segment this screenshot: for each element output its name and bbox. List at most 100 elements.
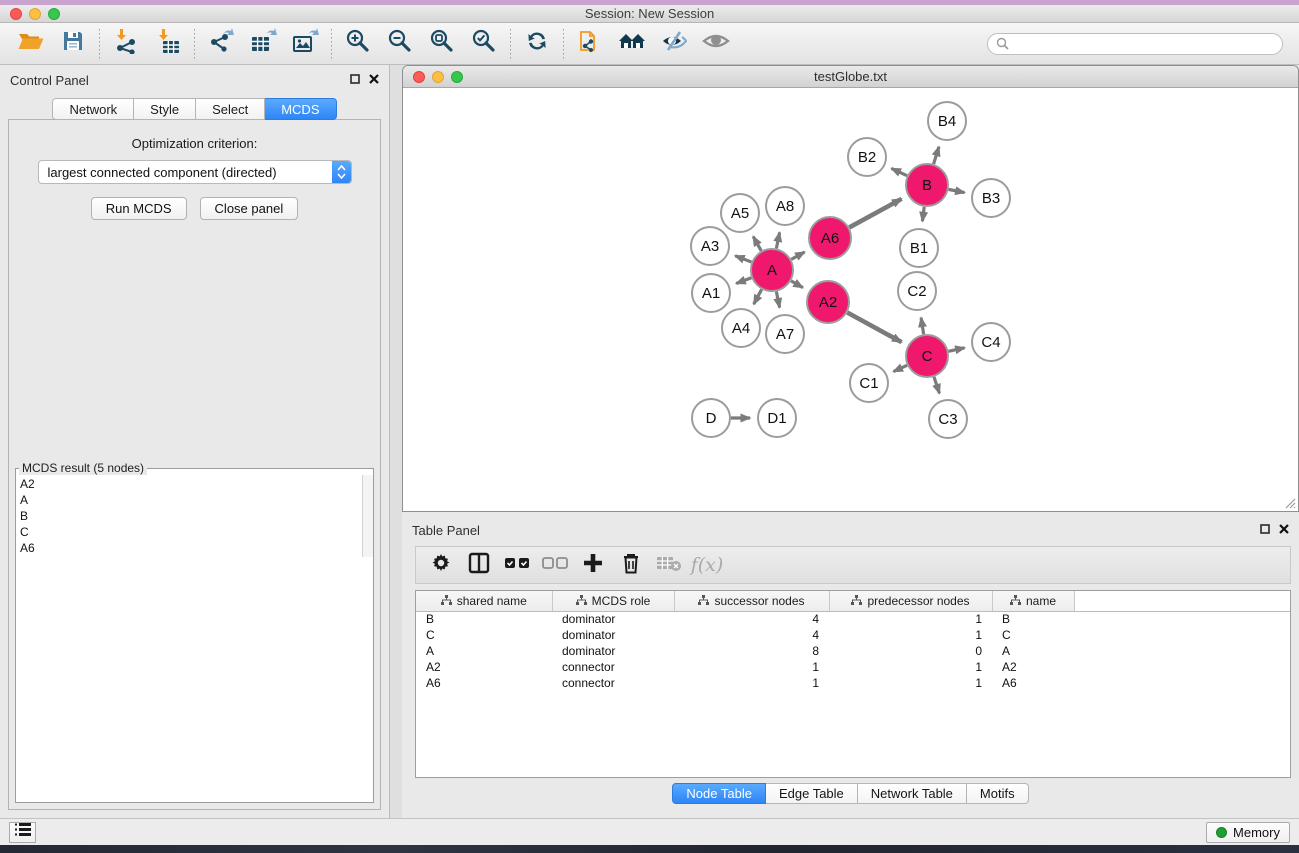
table-cell[interactable]: 0 bbox=[829, 643, 992, 659]
graph-node-B3[interactable]: B3 bbox=[972, 179, 1010, 217]
save-session-button[interactable] bbox=[52, 27, 94, 61]
column-header[interactable]: successor nodes bbox=[674, 591, 829, 611]
export-table-button[interactable] bbox=[242, 27, 284, 61]
table-row[interactable]: A6connector11A6 bbox=[416, 675, 1290, 691]
table-cell[interactable]: B bbox=[992, 611, 1074, 627]
delete-table-button[interactable] bbox=[652, 550, 686, 580]
graph-node-B2[interactable]: B2 bbox=[848, 138, 886, 176]
graph-node-A[interactable]: A bbox=[751, 249, 793, 291]
open-session-button[interactable] bbox=[10, 27, 52, 61]
column-header[interactable]: predecessor nodes bbox=[829, 591, 992, 611]
graph-edge-B-B1[interactable] bbox=[922, 207, 924, 221]
search-field[interactable] bbox=[987, 33, 1283, 55]
show-columns-button[interactable] bbox=[462, 550, 496, 580]
table-cell[interactable]: connector bbox=[552, 675, 674, 691]
zoom-in-button[interactable] bbox=[337, 27, 379, 61]
result-item[interactable]: A bbox=[20, 492, 369, 508]
tab-node-table[interactable]: Node Table bbox=[672, 783, 766, 804]
float-panel-icon[interactable] bbox=[350, 71, 360, 89]
result-item[interactable]: B bbox=[20, 508, 369, 524]
graph-node-B[interactable]: B bbox=[906, 164, 948, 206]
delete-column-button[interactable] bbox=[614, 550, 648, 580]
export-image-button[interactable] bbox=[284, 27, 326, 61]
table-row[interactable]: Adominator80A bbox=[416, 643, 1290, 659]
table-cell[interactable]: A6 bbox=[416, 675, 552, 691]
deselect-all-button[interactable] bbox=[538, 550, 572, 580]
hide-graphics-details-button[interactable] bbox=[653, 27, 695, 61]
zoom-fit-button[interactable] bbox=[421, 27, 463, 61]
mcds-result-list[interactable]: A2ABCA6 bbox=[16, 475, 373, 557]
graph-edge-A-A4[interactable] bbox=[754, 289, 762, 304]
graph-edge-A-A3[interactable] bbox=[735, 256, 751, 262]
table-cell[interactable]: connector bbox=[552, 659, 674, 675]
table-cell[interactable]: 1 bbox=[674, 675, 829, 691]
add-column-button[interactable] bbox=[576, 550, 610, 580]
graph-edge-A6-B[interactable] bbox=[849, 199, 901, 228]
graph-node-A8[interactable]: A8 bbox=[766, 187, 804, 225]
select-all-button[interactable] bbox=[500, 550, 534, 580]
table-cell[interactable]: C bbox=[416, 627, 552, 643]
tab-select[interactable]: Select bbox=[196, 98, 265, 120]
table-cell[interactable]: 4 bbox=[674, 627, 829, 643]
table-cell[interactable]: 1 bbox=[829, 659, 992, 675]
column-header[interactable]: MCDS role bbox=[552, 591, 674, 611]
graph-edge-B-B4[interactable] bbox=[934, 147, 939, 164]
network-canvas[interactable]: AA1A2A3A4A5A6A7A8BB1B2B3B4CC1C2C3C4DD1 bbox=[403, 88, 1298, 511]
resize-grip[interactable] bbox=[1284, 497, 1296, 509]
birds-eye-view-button[interactable] bbox=[695, 27, 737, 61]
table-cell[interactable]: A2 bbox=[416, 659, 552, 675]
graph-node-A2[interactable]: A2 bbox=[807, 281, 849, 323]
table-cell[interactable]: 4 bbox=[674, 611, 829, 627]
memory-button[interactable]: Memory bbox=[1206, 822, 1290, 843]
result-item[interactable]: A6 bbox=[20, 540, 369, 556]
table-cell[interactable]: dominator bbox=[552, 643, 674, 659]
graph-node-A7[interactable]: A7 bbox=[766, 315, 804, 353]
table-cell[interactable]: A6 bbox=[992, 675, 1074, 691]
table-cell[interactable]: 1 bbox=[829, 611, 992, 627]
graph-edge-C-C1[interactable] bbox=[893, 365, 907, 371]
graph-node-C3[interactable]: C3 bbox=[929, 400, 967, 438]
table-row[interactable]: Bdominator41B bbox=[416, 611, 1290, 627]
zoom-selected-button[interactable] bbox=[463, 27, 505, 61]
graph-node-B1[interactable]: B1 bbox=[900, 229, 938, 267]
criterion-dropdown[interactable]: largest connected component (directed) bbox=[38, 160, 352, 184]
graph-edge-A2-C[interactable] bbox=[847, 313, 901, 343]
table-cell[interactable]: dominator bbox=[552, 611, 674, 627]
tab-network-table[interactable]: Network Table bbox=[858, 783, 967, 804]
graph-node-C4[interactable]: C4 bbox=[972, 323, 1010, 361]
network-window-titlebar[interactable]: testGlobe.txt bbox=[403, 66, 1298, 88]
result-item[interactable]: A2 bbox=[20, 476, 369, 492]
import-table-button[interactable] bbox=[147, 27, 189, 61]
graph-node-A1[interactable]: A1 bbox=[692, 274, 730, 312]
close-panel-icon[interactable] bbox=[369, 71, 379, 89]
graph-edge-B-B3[interactable] bbox=[949, 189, 965, 192]
task-history-button[interactable] bbox=[9, 822, 36, 843]
graph-node-B4[interactable]: B4 bbox=[928, 102, 966, 140]
table-cell[interactable]: A bbox=[416, 643, 552, 659]
table-cell[interactable]: 8 bbox=[674, 643, 829, 659]
tab-mcds[interactable]: MCDS bbox=[265, 98, 336, 120]
column-header[interactable]: shared name bbox=[416, 591, 552, 611]
graph-node-A4[interactable]: A4 bbox=[722, 309, 760, 347]
result-scrollbar[interactable] bbox=[362, 475, 373, 557]
table-cell[interactable]: B bbox=[416, 611, 552, 627]
table-row[interactable]: Cdominator41C bbox=[416, 627, 1290, 643]
table-row[interactable]: A2connector11A2 bbox=[416, 659, 1290, 675]
tab-motifs[interactable]: Motifs bbox=[967, 783, 1029, 804]
graph-edge-C-C2[interactable] bbox=[921, 318, 924, 335]
graph-node-D[interactable]: D bbox=[692, 399, 730, 437]
graph-node-C1[interactable]: C1 bbox=[850, 364, 888, 402]
new-network-from-selection-button[interactable] bbox=[569, 27, 611, 61]
tab-network[interactable]: Network bbox=[52, 98, 134, 120]
graph-edge-A-A6[interactable] bbox=[791, 252, 804, 259]
table-cell[interactable]: 1 bbox=[829, 675, 992, 691]
export-network-button[interactable] bbox=[200, 27, 242, 61]
graph-node-A6[interactable]: A6 bbox=[809, 217, 851, 259]
graph-edge-A-A1[interactable] bbox=[736, 278, 751, 284]
table-cell[interactable]: C bbox=[992, 627, 1074, 643]
import-network-button[interactable] bbox=[105, 27, 147, 61]
graph-node-D1[interactable]: D1 bbox=[758, 399, 796, 437]
search-input[interactable] bbox=[1013, 37, 1274, 51]
graph-edge-A-A5[interactable] bbox=[753, 237, 761, 251]
float-panel-icon[interactable] bbox=[1260, 521, 1270, 539]
